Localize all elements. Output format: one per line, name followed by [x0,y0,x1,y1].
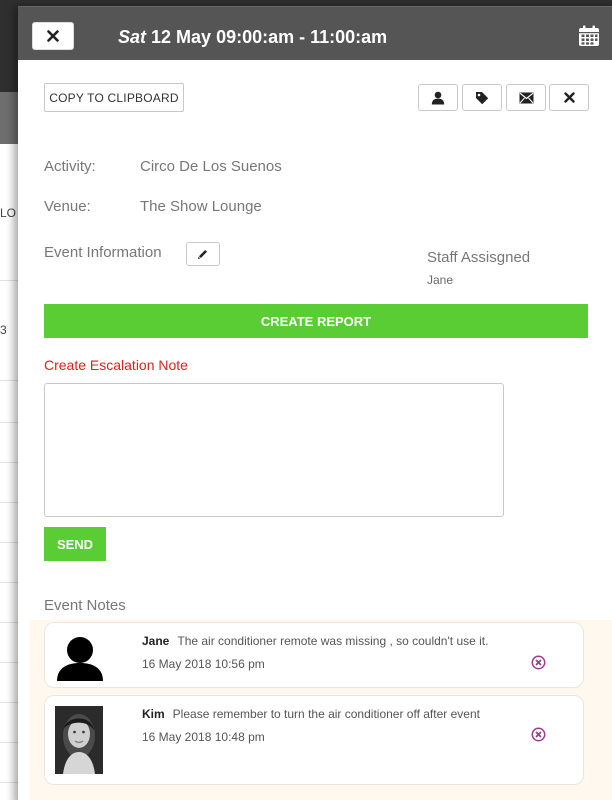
calendar-button[interactable] [578,25,600,47]
delete-event-button[interactable] [549,84,589,111]
delete-note-button[interactable] [531,727,546,742]
tag-button[interactable] [462,84,502,111]
close-icon [563,92,575,103]
note-author: Jane [142,634,170,648]
avatar [55,631,105,681]
event-information-label: Event Information [44,244,162,261]
user-silhouette-icon [57,637,103,681]
assign-user-button[interactable] [418,84,458,111]
background-divider [0,280,20,281]
note-text: Kim Please remember to turn the air condi… [142,707,480,721]
activity-value: Circo De Los Suenos [140,158,282,175]
background-divider [0,702,20,703]
venue-label: Venue: [44,198,91,215]
user-icon [431,91,445,104]
background-divider [0,462,20,463]
delete-circle-icon [531,655,546,670]
envelope-icon [519,92,533,103]
background-fragment: LO [0,206,17,220]
background-divider [0,782,20,783]
user-photo-icon [55,706,103,774]
edit-event-information-button[interactable] [186,242,220,266]
venue-value: The Show Lounge [140,198,262,215]
event-detail-modal: Sat 12 May 09:00:am - 11:00:am COPY TO C… [18,6,612,800]
activity-label: Activity: [44,158,96,175]
calendar-icon [579,25,599,46]
escalation-note-input[interactable] [44,383,504,517]
close-icon [47,30,59,42]
modal-header: Sat 12 May 09:00:am - 11:00:am [18,6,612,60]
note-author: Kim [142,707,165,721]
background-divider [0,662,20,663]
event-datetime: 12 May 09:00:am - 11:00:am [151,27,388,47]
background-divider [0,380,20,381]
delete-note-button[interactable] [531,655,546,670]
note-text: Jane The air conditioner remote was missi… [142,634,488,648]
background-divider [0,502,20,503]
escalation-note-label: Create Escalation Note [44,357,188,373]
background-divider [0,542,20,543]
delete-circle-icon [531,727,546,742]
create-report-button[interactable]: CREATE REPORT [44,304,588,338]
background-toolbar [0,92,20,144]
event-datetime-title: Sat 12 May 09:00:am - 11:00:am [118,27,387,48]
list-item: Jane The air conditioner remote was missi… [44,622,584,688]
note-timestamp: 16 May 2018 10:56 pm [142,657,265,671]
note-body: Please remember to turn the air conditio… [172,707,480,721]
list-item: Kim Please remember to turn the air condi… [44,695,584,785]
background-divider [0,742,20,743]
staff-assigned-label: Staff Assisgned [427,249,531,266]
send-button[interactable]: SEND [44,527,106,561]
note-timestamp: 16 May 2018 10:48 pm [142,730,265,744]
event-notes-list: Jane The air conditioner remote was missi… [30,620,612,800]
event-day: Sat [118,27,147,47]
background-divider [0,622,20,623]
copy-to-clipboard-button[interactable]: COPY TO CLIPBOARD [44,83,184,112]
event-notes-title: Event Notes [44,597,126,614]
background-calendar-column: LO 3 [0,144,20,800]
avatar [55,706,103,774]
close-modal-button[interactable] [32,22,74,50]
background-divider [0,422,20,423]
tag-icon [476,91,489,104]
background-fragment: 3 [0,323,7,337]
staff-assigned-name: Jane [427,273,454,287]
note-body: The air conditioner remote was missing ,… [177,634,489,648]
pencil-icon [198,250,207,259]
background-divider [0,582,20,583]
email-button[interactable] [506,84,546,111]
